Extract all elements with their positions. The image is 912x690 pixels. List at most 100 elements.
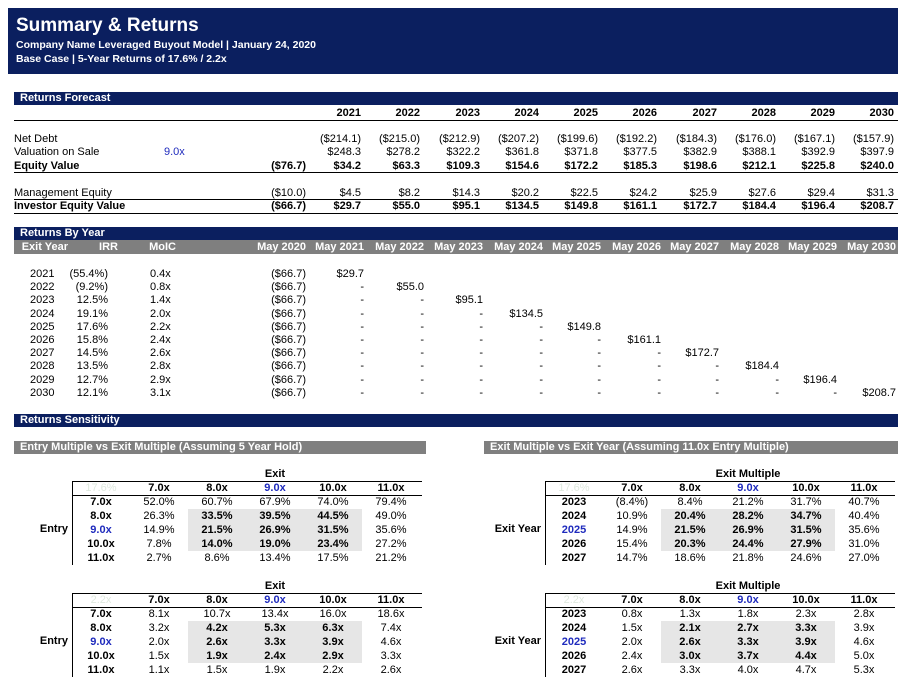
returns-forecast-section-header: Returns Forecast — [14, 92, 898, 105]
moic-cell: 2.8x — [150, 360, 171, 373]
year-header-cell: 2027 — [692, 107, 717, 119]
value-cell: 14.9% — [143, 524, 175, 536]
forecast-row-valuation: Valuation on Sale 9.0x $248.3 $278.2 $322.2 $… — [14, 146, 898, 159]
base-cell: ($66.7) — [271, 347, 306, 360]
value-cell: 2.8x — [853, 608, 875, 620]
corner-cell: 17.6% — [85, 482, 117, 494]
column-header: 9.0x — [264, 482, 286, 494]
value-cell: 67.9% — [259, 496, 291, 508]
base-cell: ($66.7) — [271, 334, 306, 346]
returns-by-year-row: 2022 (9.2%) 0.8x ($66.7) - $55.0 — [14, 281, 898, 294]
base-cell: ($66.7) — [271, 268, 306, 280]
moic-cell: 0.8x — [150, 281, 171, 294]
value-cell: 18.6% — [674, 552, 706, 564]
value-cell: $196.4 — [801, 200, 835, 212]
moic-cell: 2.0x — [150, 307, 171, 320]
value-cell: 14.0% — [188, 537, 246, 551]
valuation-multiple: 9.0x — [164, 146, 185, 158]
value-cell: 13.4% — [259, 552, 291, 564]
value-cell: 1.9x — [264, 664, 286, 676]
cash-flow-cell: - — [360, 281, 364, 294]
value-cell: 1.3x — [679, 608, 701, 620]
value-cell: $382.9 — [683, 146, 717, 158]
value-cell: 3.2x — [148, 622, 170, 634]
value-cell: 3.3x — [380, 650, 402, 662]
value-cell: $248.3 — [327, 146, 361, 158]
cash-flow-cell: - — [420, 373, 424, 386]
row-header: 9.0x — [90, 524, 112, 536]
year-header-cell: 2026 — [632, 107, 657, 119]
column-header: 10.0x — [319, 482, 347, 494]
value-cell: ($207.2) — [498, 133, 539, 145]
value-cell: 26.3% — [143, 510, 175, 522]
value-cell: 2.6x — [621, 664, 643, 676]
cash-flow-cell: - — [657, 360, 661, 373]
year-header-cell: 2025 — [573, 107, 598, 119]
base-cell: ($66.7) — [271, 373, 306, 386]
value-cell: 33.5% — [188, 509, 246, 523]
top-axis-label: Exit — [264, 580, 286, 592]
row-label: Net Debt — [14, 133, 58, 145]
cash-flow-cell: - — [420, 347, 424, 360]
value-cell: 21.2% — [732, 496, 764, 508]
irr-cell: 13.5% — [76, 360, 108, 373]
year-header-cell: 2030 — [869, 107, 894, 119]
corner-cell: 2.2x — [563, 594, 585, 606]
irr-cell: 14.5% — [76, 347, 108, 360]
value-cell: 79.4% — [375, 496, 407, 508]
value-cell: 14.9% — [616, 524, 648, 536]
value-cell: 5.3x — [853, 664, 875, 676]
value-cell: ($215.0) — [379, 133, 420, 145]
divider — [14, 172, 898, 173]
corner-cell: 2.2x — [90, 594, 112, 606]
returns-by-year-row: 2026 15.8% 2.4x ($66.7) - - - - - $161.1 — [14, 334, 898, 347]
row-header: 2025 — [561, 636, 587, 648]
value-cell: 26.9% — [719, 523, 777, 537]
cash-flow-cell: $184.4 — [745, 360, 779, 373]
cash-flow-cell: $29.7 — [336, 268, 364, 280]
row-header: 8.0x — [90, 510, 112, 522]
cash-flow-cell: - — [420, 307, 424, 320]
row-header: 7.0x — [90, 496, 112, 508]
divider — [545, 593, 546, 677]
value-cell: 44.5% — [304, 509, 362, 523]
row-label: Investor Equity Value — [14, 200, 126, 212]
column-header: 10.0x — [792, 594, 820, 606]
value-cell: 21.5% — [661, 523, 719, 537]
returns-by-year-row: 2024 19.1% 2.0x ($66.7) - - - $134.5 — [14, 308, 898, 321]
cash-flow-cell: - — [420, 320, 424, 333]
value-cell: 60.7% — [201, 496, 233, 508]
value-cell: 21.8% — [732, 552, 764, 564]
value-cell: $278.2 — [386, 146, 420, 158]
value-cell: 4.6x — [380, 636, 402, 648]
irr-cell: (9.2%) — [75, 281, 108, 294]
moic-cell: 1.4x — [150, 294, 171, 307]
cash-flow-cell: - — [360, 386, 364, 399]
value-cell: 23.4% — [304, 537, 362, 551]
exit-vs-year-title: Exit Multiple vs Exit Year (Assuming 11.… — [484, 441, 898, 454]
cash-flow-cell: - — [360, 320, 364, 333]
cash-flow-cell: $55.0 — [396, 281, 424, 294]
row-header: 10.0x — [87, 538, 115, 550]
value-cell: 35.6% — [848, 524, 880, 536]
moic-cell: 2.4x — [150, 334, 171, 346]
value-cell: 20.4% — [661, 509, 719, 523]
moic-cell: 0.4x — [150, 268, 171, 280]
value-cell: 39.5% — [246, 509, 304, 523]
column-header: MoIC — [149, 241, 176, 253]
column-header: 10.0x — [319, 594, 347, 606]
cash-flow-cell: - — [539, 334, 543, 346]
value-cell: 2.6x — [661, 635, 719, 649]
value-cell: $208.7 — [860, 200, 894, 212]
base-value: ($66.7) — [271, 200, 306, 212]
irr-cell: (55.4%) — [69, 268, 108, 280]
value-cell: 31.5% — [777, 523, 835, 537]
value-cell: $29.7 — [333, 200, 361, 212]
value-cell: 2.1x — [661, 621, 719, 635]
divider — [72, 593, 73, 677]
base-cell: ($66.7) — [271, 294, 306, 307]
base-cell: ($66.7) — [271, 320, 306, 333]
divider — [545, 607, 895, 608]
value-cell: 31.5% — [304, 523, 362, 537]
irr-cell: 12.1% — [76, 386, 108, 399]
